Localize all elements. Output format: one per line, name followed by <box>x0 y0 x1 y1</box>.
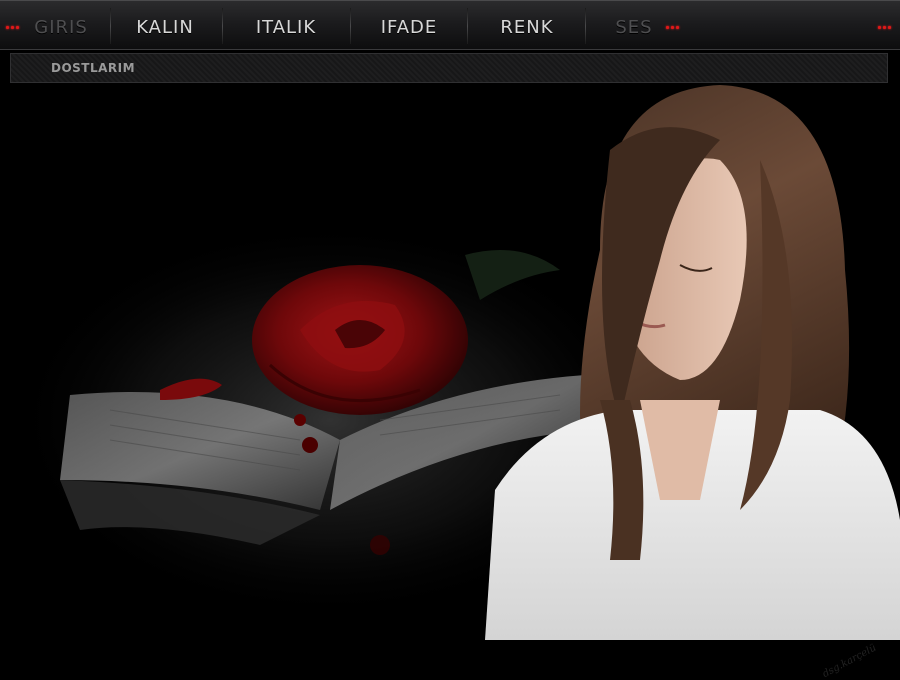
scene-artwork <box>10 85 900 640</box>
nav-item-ifade[interactable]: IFADE <box>360 0 458 48</box>
led-indicator-mid <box>666 26 679 30</box>
nav-item-ses[interactable]: SES <box>600 0 668 48</box>
main-scene: dsg.karçelü <box>0 84 900 680</box>
artist-signature: dsg.karçelü <box>820 642 879 680</box>
nav-item-italik[interactable]: ITALIK <box>232 0 340 48</box>
led-indicator-right <box>878 26 891 30</box>
nav-item-giris[interactable]: GIRIS <box>28 0 94 48</box>
nav-separator <box>222 8 223 44</box>
secondary-bar: DOSTLARIM <box>10 53 888 83</box>
led-indicator-left <box>6 26 19 30</box>
nav-separator <box>467 8 468 44</box>
nav-separator <box>110 8 111 44</box>
top-navigation-bar: GIRIS KALIN ITALIK IFADE RENK SES <box>0 0 900 50</box>
dostlarim-link[interactable]: DOSTLARIM <box>51 54 135 82</box>
nav-item-kalin[interactable]: KALIN <box>118 0 212 48</box>
nav-separator <box>585 8 586 44</box>
nav-item-renk[interactable]: RENK <box>478 0 576 48</box>
nav-separator <box>350 8 351 44</box>
